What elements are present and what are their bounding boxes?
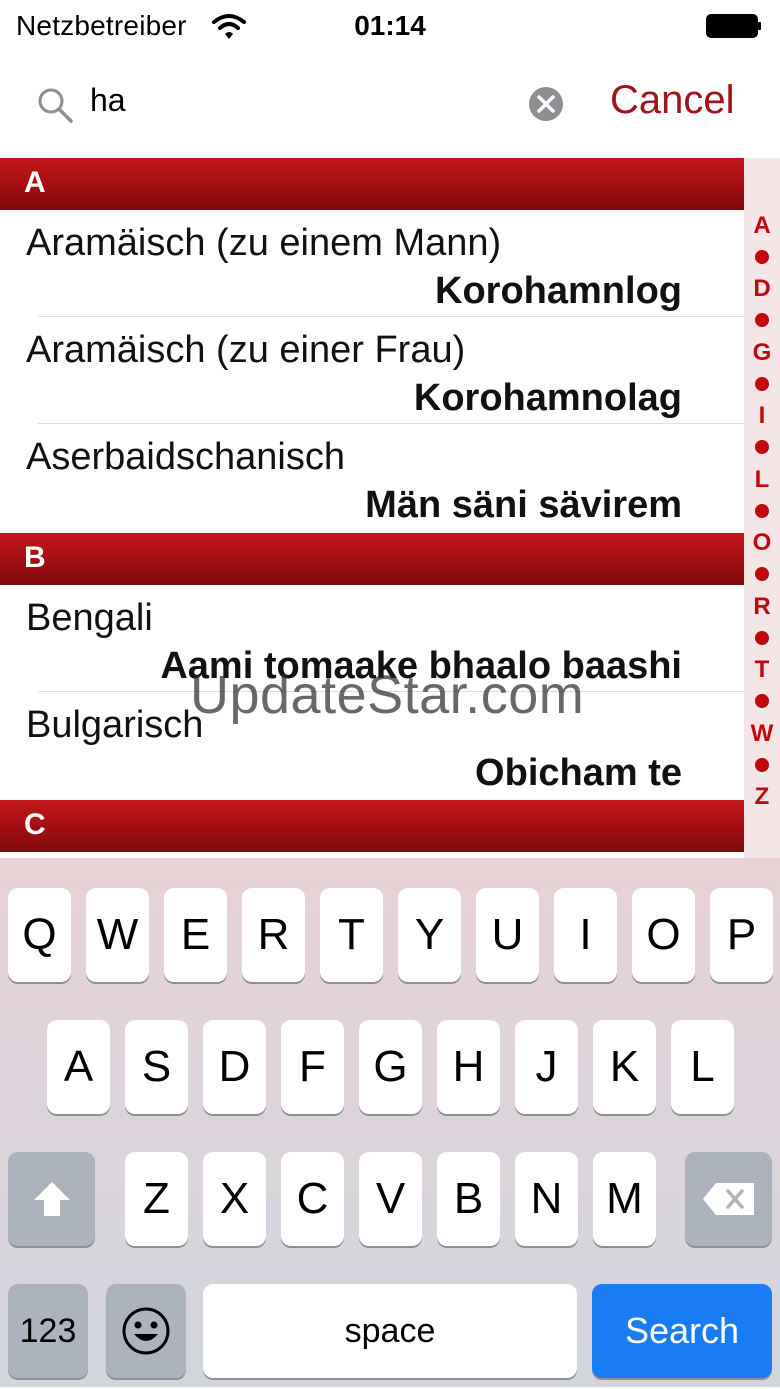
key-b[interactable]: B — [437, 1152, 500, 1246]
section-letter: B — [24, 541, 46, 574]
index-dot — [755, 313, 769, 327]
phrase-text: Män säni sävirem — [365, 484, 682, 526]
space-key[interactable]: space — [203, 1284, 577, 1378]
key-d[interactable]: D — [203, 1020, 266, 1114]
section-header-c: C — [0, 800, 744, 852]
shift-key[interactable] — [8, 1152, 95, 1246]
index-letter-w[interactable]: W — [744, 720, 780, 748]
index-dot — [755, 504, 769, 518]
phrase-text: Aami tomaake bhaalo baashi — [160, 645, 682, 687]
key-e[interactable]: E — [164, 888, 227, 982]
key-n[interactable]: N — [515, 1152, 578, 1246]
key-g[interactable]: G — [359, 1020, 422, 1114]
key-s[interactable]: S — [125, 1020, 188, 1114]
battery-icon — [706, 14, 761, 38]
index-letter-d[interactable]: D — [744, 275, 780, 303]
section-header-b: B — [0, 533, 744, 585]
key-a[interactable]: A — [47, 1020, 110, 1114]
key-o[interactable]: O — [632, 888, 695, 982]
index-dot — [755, 694, 769, 708]
key-h[interactable]: H — [437, 1020, 500, 1114]
list-item[interactable]: Aserbaidschanisch Män säni sävirem — [0, 424, 744, 531]
delete-key[interactable] — [685, 1152, 772, 1246]
index-letter-o[interactable]: O — [744, 529, 780, 557]
key-q[interactable]: Q — [8, 888, 71, 982]
keyboard: Q W E R T Y U I O P A S D F G H J K L Z … — [0, 858, 780, 1387]
section-index[interactable]: A D G I L O R T W Z — [744, 158, 780, 858]
phrase-list: A Aramäisch (zu einem Mann) Korohamnlog … — [0, 158, 744, 858]
language-name: Bulgarisch — [26, 704, 204, 746]
phrase-text: Obicham te — [475, 752, 682, 794]
index-dot — [755, 567, 769, 581]
index-dot — [755, 440, 769, 454]
key-v[interactable]: V — [359, 1152, 422, 1246]
emoji-key[interactable] — [106, 1284, 186, 1378]
key-p[interactable]: P — [710, 888, 773, 982]
key-y[interactable]: Y — [398, 888, 461, 982]
list-item[interactable]: Bulgarisch Obicham te — [0, 692, 744, 799]
search-key[interactable]: Search — [592, 1284, 772, 1378]
key-f[interactable]: F — [281, 1020, 344, 1114]
key-i[interactable]: I — [554, 888, 617, 982]
key-c[interactable]: C — [281, 1152, 344, 1246]
section-letter: C — [24, 808, 46, 841]
phrase-text: Korohamnlog — [435, 270, 682, 312]
list-item[interactable]: Bengali Aami tomaake bhaalo baashi — [0, 585, 744, 692]
index-dot — [755, 631, 769, 645]
index-letter-i[interactable]: I — [744, 402, 780, 430]
index-letter-t[interactable]: T — [744, 656, 780, 684]
list-item[interactable]: Aramäisch (zu einer Frau) Korohamnolag — [0, 317, 744, 424]
shift-icon — [33, 1182, 70, 1216]
section-letter: A — [24, 166, 46, 199]
index-dot — [755, 377, 769, 391]
search-input[interactable]: ha — [90, 82, 126, 119]
index-dot — [755, 758, 769, 772]
key-k[interactable]: K — [593, 1020, 656, 1114]
key-u[interactable]: U — [476, 888, 539, 982]
index-letter-r[interactable]: R — [744, 593, 780, 621]
key-x[interactable]: X — [203, 1152, 266, 1246]
key-m[interactable]: M — [593, 1152, 656, 1246]
list-item[interactable]: Aramäisch (zu einem Mann) Korohamnlog — [0, 210, 744, 317]
cancel-button[interactable]: Cancel — [610, 78, 735, 123]
index-letter-z[interactable]: Z — [744, 783, 780, 811]
key-r[interactable]: R — [242, 888, 305, 982]
phrase-text: Korohamnolag — [413, 377, 682, 419]
key-l[interactable]: L — [671, 1020, 734, 1114]
search-bar: ha Cancel — [0, 54, 780, 159]
emoji-icon — [122, 1307, 170, 1355]
search-icon — [38, 88, 73, 123]
index-dot — [755, 250, 769, 264]
language-name: Aramäisch (zu einem Mann) — [26, 222, 502, 264]
backspace-icon — [702, 1183, 754, 1215]
status-time: 01:14 — [354, 10, 426, 41]
index-letter-g[interactable]: G — [744, 339, 780, 367]
numbers-key[interactable]: 123 — [8, 1284, 88, 1378]
index-letter-l[interactable]: L — [744, 466, 780, 494]
language-name: Aserbaidschanisch — [26, 436, 345, 478]
index-letter-a[interactable]: A — [744, 212, 780, 240]
status-bar: Netzbetreiber 01:14 — [0, 0, 780, 54]
language-name: Aramäisch (zu einer Frau) — [26, 329, 466, 371]
clear-icon[interactable] — [528, 86, 564, 122]
section-header-a: A — [0, 158, 744, 210]
language-name: Bengali — [26, 597, 153, 639]
key-j[interactable]: J — [515, 1020, 578, 1114]
key-z[interactable]: Z — [125, 1152, 188, 1246]
key-w[interactable]: W — [86, 888, 149, 982]
key-t[interactable]: T — [320, 888, 383, 982]
